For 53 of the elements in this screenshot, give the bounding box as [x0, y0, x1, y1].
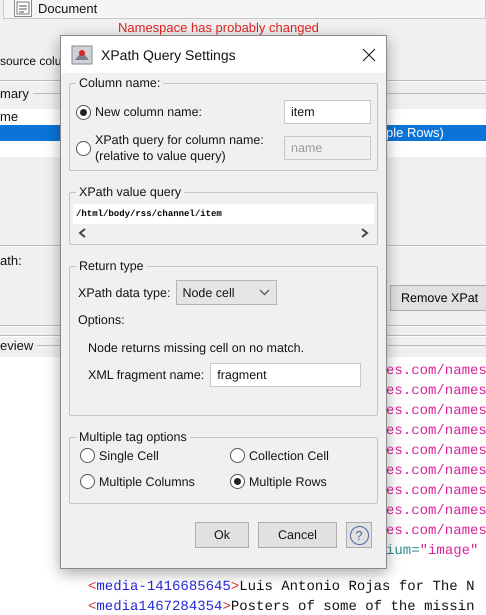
radio-button[interactable]: Multiple Rows: [230, 474, 371, 489]
code-token: es.com/names: [386, 483, 486, 499]
group-title: mary: [0, 86, 29, 100]
scroll-right-icon[interactable]: [360, 228, 369, 238]
document-icon: [14, 0, 32, 17]
code-token: media-1416685645: [96, 579, 231, 595]
group-title: eview: [0, 338, 34, 352]
query-field[interactable]: /html/body/rss/channel/item: [73, 204, 374, 224]
code-token: es.com/names: [386, 463, 486, 479]
scroll-left-icon[interactable]: [78, 228, 87, 238]
dialog-title: XPath Query Settings: [101, 46, 237, 62]
data-type-dropdown[interactable]: Node cell: [176, 280, 278, 305]
code-token: es.com/names: [386, 423, 486, 439]
group-title: Return type: [76, 258, 147, 274]
radio-button[interactable]: XPath query for column name: (relative to value query): [76, 132, 264, 164]
field-label: ath:: [0, 253, 22, 270]
code-token: "image": [420, 543, 478, 559]
dialog-button[interactable]: Cancel: [258, 522, 337, 548]
text-field[interactable]: fragment: [210, 363, 362, 387]
code-token: es.com/names: [386, 523, 486, 539]
field-label: XPath data type:: [78, 286, 170, 300]
chevron-icon: [259, 289, 270, 296]
code-token: es.com/names: [386, 383, 486, 399]
code-token: >: [230, 579, 240, 595]
option-note: Node returns missing cell on no match.: [87, 341, 306, 355]
field-label: XML fragment name:: [88, 368, 204, 382]
app-icon: [71, 44, 93, 64]
code-token: es.com/names: [386, 363, 486, 379]
code-token: <: [88, 599, 96, 615]
radio-button[interactable]: Collection Cell: [230, 448, 371, 463]
code-token: Posters of some of the missin: [230, 599, 474, 615]
code-token: es.com/names: [386, 503, 486, 519]
radio-button[interactable]: Multiple Columns: [80, 474, 230, 489]
radio-button[interactable]: Single Cell: [80, 448, 230, 463]
code-token: Luis Antonio Rojas for The N: [239, 579, 474, 595]
remove-button[interactable]: Remove XPat: [390, 285, 486, 311]
radio-button[interactable]: New column name:: [76, 104, 202, 120]
code-token: ium=: [386, 543, 420, 559]
document-title: Document: [38, 0, 98, 16]
code-token: es.com/names: [386, 403, 486, 419]
warning-message: Namespace has probably changed: [118, 20, 319, 37]
code-token: <: [88, 579, 96, 595]
code-token: >: [222, 599, 231, 615]
code-token: es.com/names: [386, 443, 486, 459]
help-button[interactable]: ?: [346, 522, 372, 548]
text-field[interactable]: item: [284, 100, 371, 124]
document-tab[interactable]: Document: [3, 0, 486, 19]
group-title: Multiple tag options: [76, 429, 190, 445]
close-icon[interactable]: [362, 48, 376, 62]
code-token: media1467284354: [96, 599, 222, 615]
options-label: Options:: [77, 313, 126, 327]
dialog-button[interactable]: Ok: [195, 522, 249, 548]
group-title: XPath value query: [76, 184, 184, 200]
